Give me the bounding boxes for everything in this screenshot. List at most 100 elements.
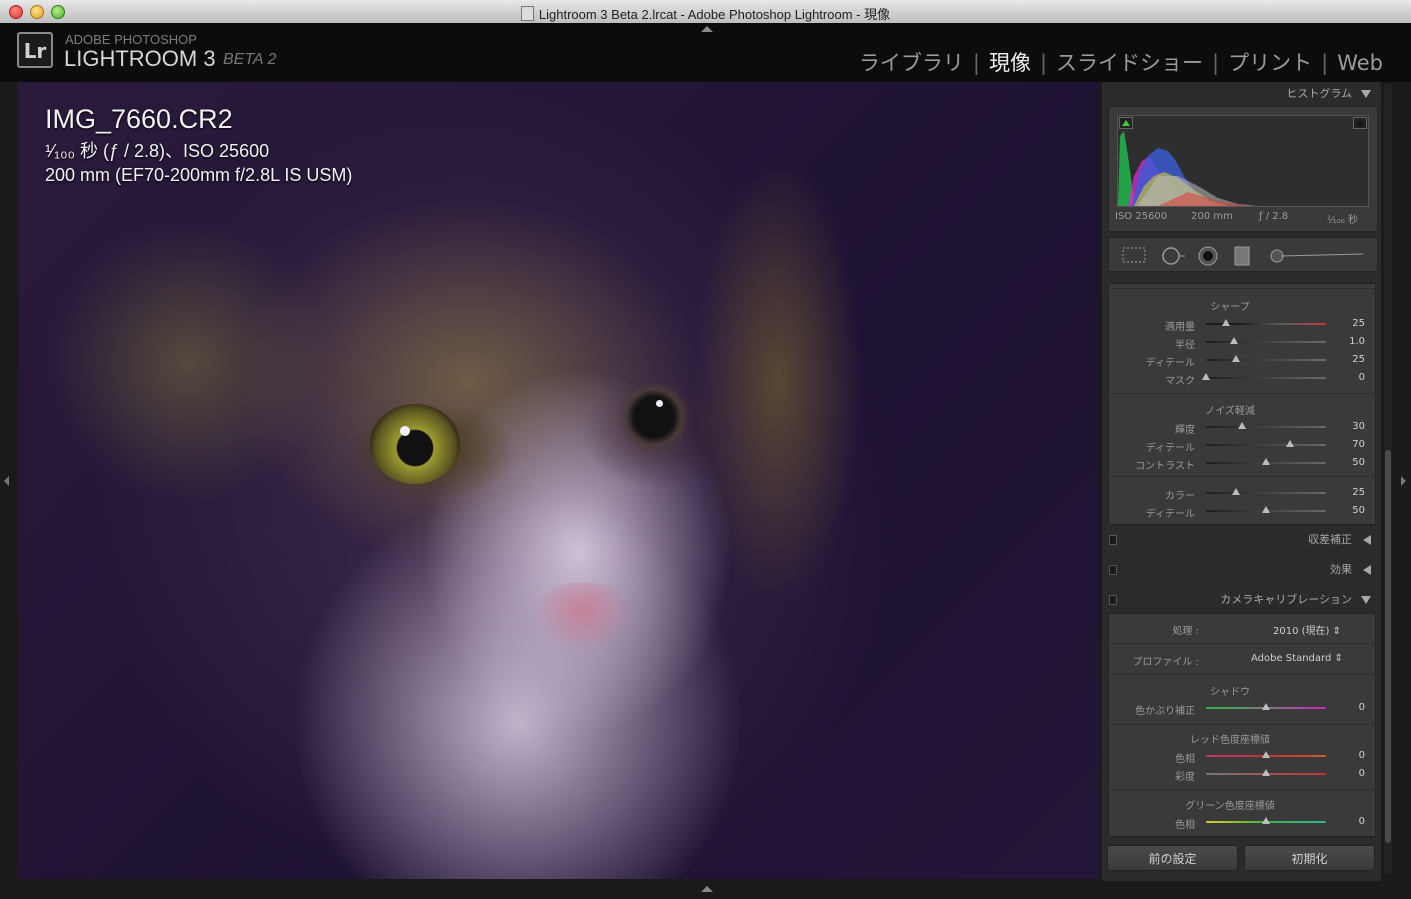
- green-primary-title: グリーン色度座標値: [1185, 801, 1275, 812]
- slider-thumb[interactable]: [1262, 751, 1270, 758]
- lightroom-logo: Lr: [17, 32, 53, 68]
- photo-canvas[interactable]: [18, 82, 1099, 879]
- expand-triangle-icon[interactable]: [1363, 565, 1371, 575]
- window-title: Lightroom 3 Beta 2.lrcat - Adobe Photosh…: [0, 4, 1411, 23]
- divider: [1109, 789, 1375, 790]
- collapse-triangle-icon[interactable]: [1361, 90, 1371, 98]
- slider-value[interactable]: 0: [1335, 750, 1365, 761]
- shadow-tint-slider-row: 色かぶり補正 0: [1109, 700, 1375, 717]
- hist-shutter: ¹⁄₁₀₀ 秒: [1327, 215, 1358, 226]
- slider-value[interactable]: 25: [1335, 487, 1365, 498]
- slider-label: 輝度: [1175, 425, 1195, 436]
- slider-label: 彩度: [1175, 833, 1195, 836]
- histogram-header[interactable]: ヒストグラム: [1102, 83, 1381, 105]
- module-separator: |: [1212, 51, 1220, 75]
- window-titlebar: Lightroom 3 Beta 2.lrcat - Adobe Photosh…: [0, 0, 1411, 24]
- slider-value[interactable]: 70: [1335, 439, 1365, 450]
- top-panel-toggle-icon[interactable]: [701, 26, 713, 32]
- crop-tool-icon[interactable]: [1121, 246, 1147, 264]
- slider-thumb[interactable]: [1262, 769, 1270, 776]
- document-icon: [520, 6, 534, 21]
- cat-left-eye: [370, 404, 460, 484]
- image-filename: IMG_7660.CR2: [45, 104, 233, 134]
- module-develop[interactable]: 現像: [983, 51, 1037, 75]
- slider-label: ディテール: [1145, 443, 1195, 454]
- effects-header[interactable]: 効果: [1102, 559, 1381, 580]
- left-panel-toggle-icon[interactable]: [4, 476, 9, 486]
- slider-value[interactable]: 25: [1335, 318, 1365, 329]
- red-primary-title: レッド色度座標値: [1190, 735, 1270, 746]
- expand-triangle-icon[interactable]: [1363, 535, 1371, 545]
- noise-slider-row: ディテール 70: [1109, 437, 1375, 454]
- collapse-triangle-icon[interactable]: [1361, 596, 1371, 604]
- panel-switch-icon[interactable]: [1109, 565, 1117, 575]
- slider-value[interactable]: 0: [1335, 702, 1365, 713]
- slider-value[interactable]: 50: [1335, 457, 1365, 468]
- scrollbar-thumb[interactable]: [1385, 450, 1391, 843]
- panel-switch-icon[interactable]: [1109, 595, 1117, 605]
- camera-calibration-header[interactable]: カメラキャリブレーション: [1102, 589, 1381, 610]
- hist-iso: ISO 25600: [1115, 211, 1168, 222]
- slider-track[interactable]: [1206, 377, 1326, 379]
- slider-track[interactable]: [1206, 341, 1326, 343]
- graduated-filter-icon[interactable]: [1233, 246, 1251, 266]
- slider-thumb[interactable]: [1229, 337, 1238, 344]
- slider-thumb[interactable]: [1262, 506, 1270, 513]
- slider-value[interactable]: 0: [1335, 816, 1365, 827]
- brand-line1: ADOBE PHOTOSHOP: [65, 32, 197, 47]
- spot-removal-icon[interactable]: [1159, 246, 1187, 266]
- slider-value[interactable]: 0: [1335, 372, 1365, 383]
- slider-track[interactable]: [1206, 426, 1326, 428]
- slider-thumb[interactable]: [1262, 458, 1270, 465]
- panel-scrollbar[interactable]: [1384, 84, 1392, 874]
- slider-track[interactable]: [1206, 444, 1326, 446]
- lens-corrections-title: 収差補正: [1308, 533, 1352, 546]
- sharpen-slider-row: 適用量 25: [1109, 316, 1375, 333]
- panel-switch-icon[interactable]: [1109, 535, 1117, 545]
- profile-value[interactable]: Adobe Standard ⇕: [1251, 653, 1343, 664]
- slider-thumb[interactable]: [1222, 319, 1231, 326]
- histogram-plot[interactable]: [1117, 115, 1369, 207]
- module-slideshow[interactable]: スライドショー: [1050, 51, 1209, 75]
- divider: [1109, 288, 1375, 289]
- module-web[interactable]: Web: [1331, 51, 1389, 75]
- reset-button[interactable]: 初期化: [1244, 845, 1375, 871]
- slider-thumb[interactable]: [1262, 817, 1270, 824]
- slider-value[interactable]: 1.0: [1335, 336, 1365, 347]
- profile-select[interactable]: プロファイル : Adobe Standard ⇕: [1109, 648, 1375, 670]
- slider-thumb[interactable]: [1262, 703, 1270, 710]
- shadow-clipping-icon[interactable]: [1119, 117, 1133, 129]
- slider-track[interactable]: [1206, 492, 1326, 494]
- lens-corrections-header[interactable]: 収差補正: [1102, 529, 1381, 550]
- process-value[interactable]: 2010 (現在) ⇕: [1273, 622, 1341, 637]
- brand-line2: LIGHTROOM 3: [64, 46, 216, 71]
- process-select[interactable]: 処理 : 2010 (現在) ⇕: [1109, 617, 1375, 639]
- adjustment-brush-icon[interactable]: [1267, 246, 1367, 266]
- highlight-clipping-icon[interactable]: [1353, 117, 1367, 129]
- slider-thumb[interactable]: [1232, 488, 1240, 495]
- slider-value[interactable]: 0: [1335, 768, 1365, 779]
- detail-panel: シャープ 適用量 25 半径 1.0 ディテール 25 マスク 0 ノイズ軽減 輝度 30 ディテ…: [1108, 283, 1376, 525]
- image-exposure: ¹⁄₁₀₀ 秒 (ƒ / 2.8)、ISO 25600: [45, 141, 270, 161]
- shadow-title: シャドウ: [1210, 687, 1250, 698]
- filmstrip-toggle-icon[interactable]: [701, 886, 713, 892]
- previous-settings-button[interactable]: 前の設定: [1107, 845, 1238, 871]
- slider-thumb[interactable]: [1238, 422, 1246, 429]
- module-print[interactable]: プリント: [1222, 51, 1318, 75]
- process-label: 処理 :: [1172, 626, 1199, 637]
- divider: [1109, 674, 1375, 675]
- slider-track[interactable]: [1206, 359, 1326, 361]
- module-library[interactable]: ライブラリ: [853, 51, 970, 75]
- noise-title: ノイズ軽減: [1205, 406, 1255, 417]
- slider-value[interactable]: 50: [1335, 505, 1365, 516]
- slider-value[interactable]: 25: [1335, 354, 1365, 365]
- slider-thumb[interactable]: [1286, 440, 1294, 447]
- slider-label: マスク: [1165, 376, 1195, 387]
- image-info-overlay: IMG_7660.CR2 ¹⁄₁₀₀ 秒 (ƒ / 2.8)、ISO 25600…: [45, 104, 352, 187]
- slider-value[interactable]: 30: [1335, 421, 1365, 432]
- slider-thumb[interactable]: [1202, 373, 1210, 380]
- red-eye-icon[interactable]: [1197, 246, 1219, 266]
- slider-label: 色相: [1175, 754, 1195, 765]
- slider-thumb[interactable]: [1232, 355, 1240, 362]
- right-panel-toggle-icon[interactable]: [1401, 476, 1406, 486]
